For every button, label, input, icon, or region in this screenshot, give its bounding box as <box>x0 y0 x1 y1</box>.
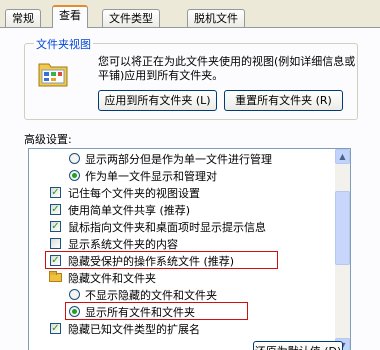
list-item[interactable]: ✓ 记住每个文件夹的视图设置 <box>29 185 334 202</box>
checkbox[interactable]: ✓ <box>50 221 61 232</box>
list-item-label: 记住每个文件夹的视图设置 <box>68 187 200 200</box>
scrollbar-thumb[interactable] <box>335 191 350 265</box>
checkbox[interactable]: ✓ <box>50 255 61 266</box>
vertical-scrollbar[interactable]: ▲ ▼ <box>335 149 350 350</box>
list-item[interactable]: 作为单一文件显示和管理对 <box>29 168 334 185</box>
tab-general[interactable]: 常规 <box>5 9 41 27</box>
list-item-label: 使用简单文件共享 (推荐) <box>68 204 191 217</box>
list-item-label: 不显示隐藏的文件和文件夹 <box>85 289 217 302</box>
list-item[interactable]: 显示所有文件和文件夹 <box>29 304 334 321</box>
list-item-label: 显示系统文件夹的内容 <box>68 238 178 251</box>
folder-views-description: 您可以将正在为此文件夹使用的视图(例如详细信息或平铺)应用到所有文件夹。 <box>98 55 356 82</box>
list-item[interactable]: ✓ 鼠标指向文件夹和桌面项时显示提示信息 <box>29 219 334 236</box>
tab-view[interactable]: 查看 <box>52 5 88 28</box>
list-item-label: 隐藏受保护的操作系统文件 (推荐) <box>68 255 235 268</box>
scroll-up-arrow-icon[interactable]: ▲ <box>335 149 350 164</box>
list-item[interactable]: 不显示隐藏的文件和文件夹 <box>29 287 334 304</box>
radio-button[interactable] <box>69 289 80 300</box>
list-item[interactable]: 显示两部分但是作为单一文件进行管理 <box>29 151 334 168</box>
reset-all-folders-button[interactable]: 重置所有文件夹 (R) <box>224 90 343 111</box>
list-item[interactable]: ✓ 使用简单文件共享 (推荐) <box>29 202 334 219</box>
advanced-settings-list[interactable]: 显示两部分但是作为单一文件进行管理 作为单一文件显示和管理对 ✓ 记住每个文件夹… <box>28 148 351 350</box>
list-item-label: 鼠标指向文件夹和桌面项时显示提示信息 <box>68 221 266 234</box>
tab-file-types[interactable]: 文件类型 <box>102 9 160 27</box>
list-item-label: 隐藏文件和文件夹 <box>68 272 156 285</box>
checkbox[interactable] <box>50 238 61 249</box>
radio-button[interactable] <box>69 306 80 317</box>
checkbox[interactable]: ✓ <box>50 323 61 334</box>
list-item-label: 作为单一文件显示和管理对 <box>85 170 217 183</box>
list-item[interactable]: 显示系统文件夹的内容 <box>29 236 334 253</box>
list-item-label: 显示所有文件和文件夹 <box>85 306 195 319</box>
tab-offline-files[interactable]: 脱机文件 <box>187 9 245 27</box>
list-item-label: 隐藏已知文件类型的扩展名 <box>68 323 200 336</box>
checkbox[interactable]: ✓ <box>50 187 61 198</box>
radio-button[interactable] <box>69 170 80 181</box>
folder-views-title: 文件夹视图 <box>34 36 93 52</box>
advanced-settings-label: 高级设置: <box>24 133 72 146</box>
list-item[interactable]: ✓ 隐藏受保护的操作系统文件 (推荐) <box>29 253 334 270</box>
folder-options-dialog: 常规 查看 文件类型 脱机文件 文件夹视图 您可以将正在为此文件夹使用的视图(例… <box>0 0 380 350</box>
folder-icon <box>49 271 62 282</box>
apply-to-all-folders-button[interactable]: 应用到所有文件夹 (L) <box>98 90 217 111</box>
list-item-label: 显示两部分但是作为单一文件进行管理 <box>85 153 272 166</box>
checkbox[interactable]: ✓ <box>50 204 61 215</box>
radio-button[interactable] <box>69 153 80 164</box>
list-item[interactable]: ✓ 隐藏已知文件类型的扩展名 <box>29 321 334 338</box>
restore-defaults-button[interactable]: 还原为默认值 (D) <box>253 341 343 350</box>
folder-views-icon <box>38 63 68 87</box>
list-item[interactable]: 隐藏文件和文件夹 <box>29 270 334 287</box>
